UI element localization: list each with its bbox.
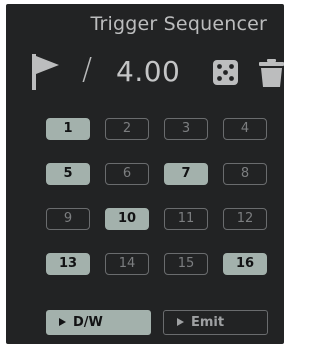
step-button[interactable]: 9 — [46, 208, 90, 230]
flag-icon[interactable] — [32, 54, 64, 90]
step-button[interactable]: 8 — [223, 163, 267, 185]
step-button[interactable]: 7 — [164, 163, 208, 185]
step-button[interactable]: 3 — [164, 118, 208, 140]
play-icon — [177, 318, 184, 326]
rate-value[interactable]: 4.00 — [116, 55, 180, 88]
step-button[interactable]: 6 — [105, 163, 149, 185]
emit-button[interactable]: Emit — [163, 310, 268, 335]
device-title: Trigger Sequencer — [90, 13, 267, 35]
trigger-sequencer-device: Trigger Sequencer / 4.00 1 2 3 4 5 6 7 8 9 10 11 12… — [6, 4, 284, 344]
step-button[interactable]: 5 — [46, 163, 90, 185]
action-buttons: D/W Emit — [46, 310, 272, 336]
controls-row: / 4.00 — [32, 50, 284, 96]
step-button[interactable]: 12 — [223, 208, 267, 230]
play-icon — [59, 318, 66, 326]
step-button[interactable]: 2 — [105, 118, 149, 140]
step-button[interactable]: 16 — [223, 253, 267, 275]
dice-icon[interactable] — [213, 60, 238, 85]
step-button[interactable]: 10 — [105, 208, 149, 230]
step-button[interactable]: 15 — [164, 253, 208, 275]
step-button[interactable]: 11 — [164, 208, 208, 230]
dw-button[interactable]: D/W — [46, 310, 151, 335]
step-button[interactable]: 13 — [46, 253, 90, 275]
step-button[interactable]: 4 — [223, 118, 267, 140]
dw-label: D/W — [73, 315, 103, 330]
trash-icon[interactable] — [259, 59, 284, 87]
emit-label: Emit — [191, 315, 225, 330]
separator: / — [82, 52, 93, 87]
step-button[interactable]: 14 — [105, 253, 149, 275]
step-button[interactable]: 1 — [46, 118, 90, 140]
